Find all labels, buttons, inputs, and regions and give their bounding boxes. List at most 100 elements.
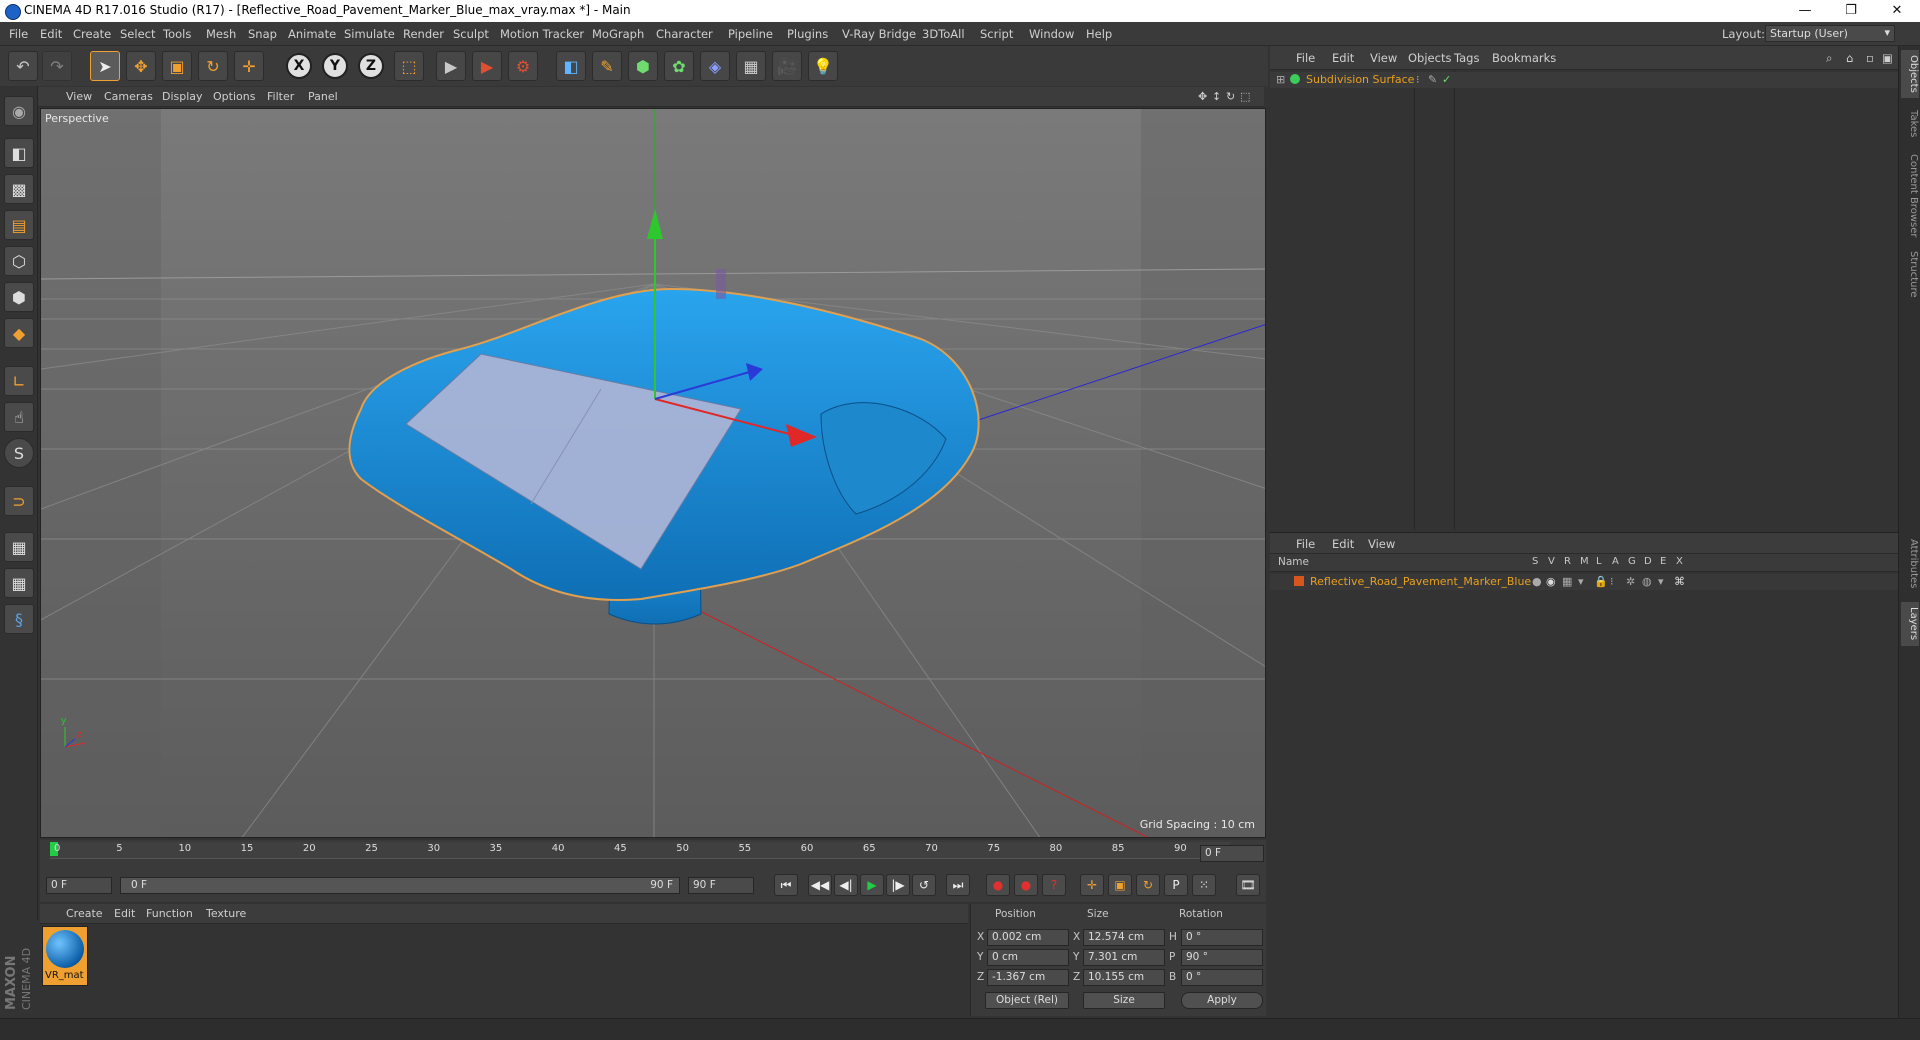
scale-tool-button[interactable]: ▣ — [162, 51, 192, 81]
menu-script[interactable]: Script — [980, 27, 1013, 41]
gizmo-plane-handle[interactable] — [716, 269, 726, 299]
python-icon[interactable]: § — [4, 604, 34, 634]
layer-column-d[interactable]: D — [1644, 556, 1652, 567]
pen-spline-button[interactable]: ✎ — [592, 51, 622, 81]
search-icon[interactable]: ⌕ — [1826, 51, 1832, 66]
enabled-check-icon[interactable]: ✓ — [1442, 73, 1451, 86]
perspective-viewport[interactable]: y z Perspective Grid Spacing : 10 cm — [40, 108, 1266, 838]
layout-dropdown[interactable]: Startup (User) — [1765, 25, 1895, 42]
object-menu-objects[interactable]: Objects — [1408, 51, 1451, 65]
layer-animation-icon[interactable]: ⁝ — [1610, 575, 1614, 588]
minimize-button[interactable]: — — [1782, 0, 1828, 22]
edit-icon[interactable]: ✎ — [1428, 73, 1437, 86]
render-settings-button[interactable]: ⚙ — [508, 51, 538, 81]
menu-pipeline[interactable]: Pipeline — [728, 27, 773, 41]
material-swatch-vr-mat[interactable]: VR_mat — [42, 926, 88, 986]
layer-deformers-icon[interactable]: ◍ — [1642, 575, 1652, 588]
viewport-menu-cameras[interactable]: Cameras — [104, 90, 153, 103]
menu-render[interactable]: Render — [403, 27, 444, 41]
viewport-zoom-nav-icon[interactable]: ↕ — [1212, 90, 1221, 103]
previous-frame-button[interactable]: ◀| — [834, 874, 858, 896]
model-mode-icon[interactable]: ◧ — [4, 138, 34, 168]
layer-manager-icon[interactable]: ▾ — [1578, 575, 1584, 588]
layer-lock-icon[interactable]: 🔒 — [1594, 575, 1608, 588]
layer-column-s[interactable]: S — [1532, 556, 1538, 567]
tweak-mode-icon[interactable]: ☝ — [4, 402, 34, 432]
close-button[interactable]: ✕ — [1874, 0, 1920, 22]
menu-snap[interactable]: Snap — [248, 27, 277, 41]
menu-mograph[interactable]: MoGraph — [592, 27, 644, 41]
layer-color-swatch[interactable] — [1294, 576, 1304, 586]
texture-mode-icon[interactable]: ▩ — [4, 174, 34, 204]
tab-layers[interactable]: Layers — [1901, 602, 1919, 646]
timeline-ruler[interactable]: 0 5 10 15 20 25 30 35 40 45 50 55 60 65 70 75 80 85 90 0 F — [40, 840, 1266, 868]
layer-column-x[interactable]: X — [1676, 556, 1683, 567]
pos-x-field[interactable]: 0.002 cm — [987, 929, 1069, 946]
tab-takes[interactable]: Takes — [1901, 104, 1919, 144]
live-selection-button[interactable]: ✛ — [234, 51, 264, 81]
material-menu-create[interactable]: Create — [66, 907, 103, 920]
size-x-field[interactable]: 12.574 cm — [1083, 929, 1165, 946]
layer-solo-icon[interactable]: ● — [1532, 575, 1542, 588]
preview-range-slider[interactable]: 0 F 90 F — [120, 877, 680, 894]
viewport-rotate-nav-icon[interactable]: ↻ — [1226, 90, 1235, 103]
layer-column-e[interactable]: E — [1660, 556, 1666, 567]
select-tool-button[interactable]: ➤ — [90, 51, 120, 81]
object-menu-view[interactable]: View — [1370, 51, 1397, 65]
apply-button[interactable]: Apply — [1181, 992, 1263, 1009]
loop-button[interactable]: ↺ — [912, 874, 936, 896]
layer-menu-file[interactable]: File — [1296, 537, 1315, 551]
menu-file[interactable]: File — [9, 27, 28, 41]
object-menu-tags[interactable]: Tags — [1454, 51, 1479, 65]
key-scale-button[interactable]: ▣ — [1108, 874, 1132, 896]
menu-sculpt[interactable]: Sculpt — [453, 27, 489, 41]
menu-motion-tracker[interactable]: Motion Tracker — [500, 27, 584, 41]
restore-button[interactable]: ❐ — [1828, 0, 1874, 22]
camera-object-button[interactable]: 🎥 — [772, 51, 802, 81]
autokey-button[interactable]: ● — [1014, 874, 1038, 896]
lock-workplane-icon[interactable]: ▦ — [4, 532, 34, 562]
expand-icon[interactable]: ▣ — [1882, 51, 1893, 65]
size-y-field[interactable]: 7.301 cm — [1083, 949, 1165, 966]
rot-p-field[interactable]: 90 ° — [1181, 949, 1263, 966]
layer-menu-view[interactable]: View — [1368, 537, 1395, 551]
axis-x-lock[interactable]: X — [286, 53, 312, 79]
menu-tools[interactable]: Tools — [163, 27, 191, 41]
edges-mode-icon[interactable]: ⬢ — [4, 282, 34, 312]
go-to-start-button[interactable]: ⏮ — [774, 874, 798, 896]
material-menu-texture[interactable]: Texture — [206, 907, 246, 920]
key-rotation-button[interactable]: ↻ — [1136, 874, 1160, 896]
size-z-field[interactable]: 10.155 cm — [1083, 969, 1165, 986]
object-menu-file[interactable]: File — [1296, 51, 1315, 65]
viewport-move-nav-icon[interactable]: ✥ — [1198, 90, 1207, 103]
menu-help[interactable]: Help — [1086, 27, 1112, 41]
size-mode-dropdown[interactable]: Size — [1083, 992, 1165, 1009]
go-to-end-button[interactable]: ⏭ — [946, 874, 970, 896]
end-frame-field[interactable]: 90 F — [688, 877, 754, 894]
previous-keyframe-button[interactable]: ◀◀ — [808, 874, 832, 896]
layer-column-a[interactable]: A — [1612, 556, 1619, 567]
tab-objects[interactable]: Objects — [1901, 50, 1919, 98]
object-menu-bookmarks[interactable]: Bookmarks — [1492, 51, 1556, 65]
axis-y-lock[interactable]: Y — [322, 53, 348, 79]
tab-attributes[interactable]: Attributes — [1901, 532, 1919, 596]
render-view-button[interactable]: ▶ — [436, 51, 466, 81]
layer-column-g[interactable]: G — [1628, 556, 1636, 567]
snap-icon[interactable]: S — [4, 438, 34, 468]
viewport-menu-options[interactable]: Options — [213, 90, 255, 103]
viewport-menu-view[interactable]: View — [66, 90, 92, 103]
viewport-menu-filter[interactable]: Filter — [267, 90, 294, 103]
rotate-tool-button[interactable]: ↻ — [198, 51, 228, 81]
magnet-icon[interactable]: ⊃ — [4, 486, 34, 516]
layer-menu-edit[interactable]: Edit — [1332, 537, 1354, 551]
undo-button[interactable]: ↶ — [8, 51, 38, 81]
key-parameter-button[interactable]: P — [1164, 874, 1188, 896]
viewport-menu-panel[interactable]: Panel — [308, 90, 338, 103]
menu-mesh[interactable]: Mesh — [206, 27, 236, 41]
menu-select[interactable]: Select — [120, 27, 155, 41]
lock-icon[interactable]: ▫ — [1866, 51, 1874, 65]
deformer-button[interactable]: ◈ — [700, 51, 730, 81]
layer-name[interactable]: Reflective_Road_Pavement_Marker_Blue — [1310, 575, 1531, 588]
light-object-button[interactable]: 💡 — [808, 51, 838, 81]
menu-simulate[interactable]: Simulate — [344, 27, 395, 41]
